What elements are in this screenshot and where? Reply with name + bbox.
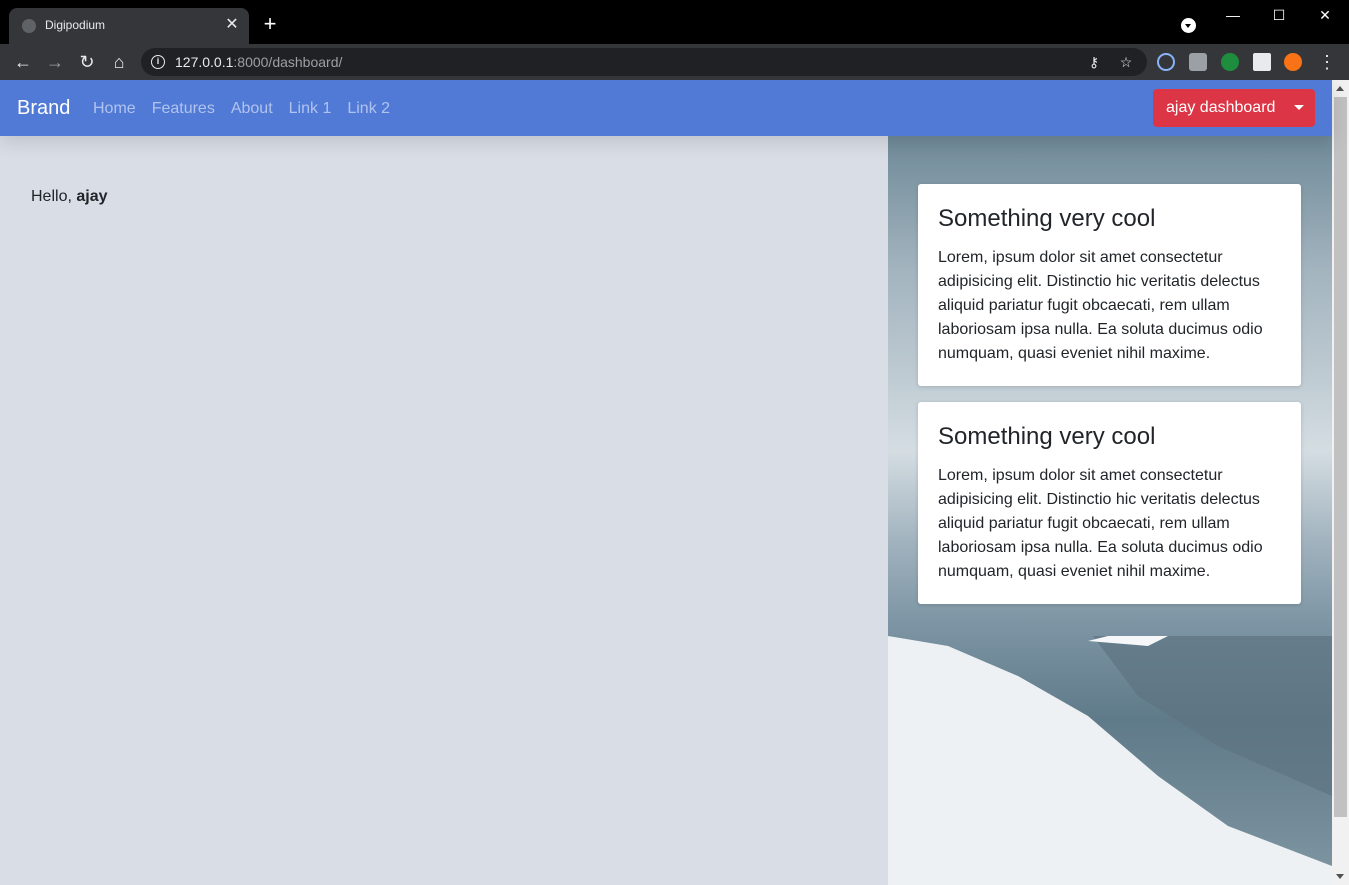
site-navbar: Brand Home Features About Link 1 Link 2 … bbox=[0, 80, 1332, 136]
extensions-puzzle-icon[interactable] bbox=[1253, 53, 1271, 71]
site-info-icon[interactable]: i bbox=[151, 55, 165, 69]
card-text: Lorem, ipsum dolor sit amet consectetur … bbox=[938, 467, 1263, 580]
scroll-up-icon[interactable] bbox=[1332, 80, 1349, 97]
profile-menu-icon[interactable] bbox=[1181, 18, 1196, 33]
greeting-text: Hello, bbox=[31, 188, 72, 205]
url-text: 127.0.0.1:8000/dashboard/ bbox=[175, 54, 342, 70]
extension-orange-icon[interactable] bbox=[1284, 53, 1302, 71]
card-title: Something very cool bbox=[938, 205, 1156, 232]
new-tab-button[interactable]: + bbox=[260, 13, 280, 35]
greeting-username: ajay bbox=[76, 188, 108, 205]
nav-link-link2[interactable]: Link 2 bbox=[347, 100, 390, 118]
chevron-down-icon[interactable] bbox=[1283, 89, 1315, 127]
scroll-down-icon[interactable] bbox=[1332, 868, 1349, 885]
browser-tab-bar: Digipodium ✕ + — ☐ ✕ bbox=[0, 0, 1349, 44]
nav-link-link1[interactable]: Link 1 bbox=[289, 100, 332, 118]
back-icon[interactable]: ← bbox=[11, 50, 35, 74]
main-content: Hello, ajay bbox=[0, 136, 888, 885]
extension-camera-icon[interactable] bbox=[1189, 53, 1207, 71]
globe-icon bbox=[22, 19, 36, 33]
navbar-brand[interactable]: Brand bbox=[17, 97, 70, 120]
tab-title: Digipodium bbox=[45, 18, 106, 32]
card-text: Lorem, ipsum dolor sit amet consectetur … bbox=[938, 249, 1263, 362]
close-tab-icon[interactable]: ✕ bbox=[223, 16, 241, 34]
address-bar[interactable]: i 127.0.0.1:8000/dashboard/ ⚷ ☆ bbox=[141, 48, 1147, 76]
url-host: 127.0.0.1 bbox=[175, 54, 234, 70]
browser-menu-icon[interactable]: ⋮ bbox=[1315, 50, 1339, 74]
browser-toolbar: ← → ↻ ⌂ i 127.0.0.1:8000/dashboard/ ⚷ ☆ … bbox=[0, 44, 1349, 80]
feature-card: Something very cool Lorem, ipsum dolor s… bbox=[918, 402, 1301, 604]
url-path: :8000/dashboard/ bbox=[233, 54, 343, 70]
nav-links: Home Features About Link 1 Link 2 bbox=[93, 100, 390, 118]
user-dashboard-button[interactable]: ajay dashboard bbox=[1153, 89, 1315, 127]
page-viewport: Brand Home Features About Link 1 Link 2 … bbox=[0, 80, 1349, 885]
page-scrollbar[interactable] bbox=[1332, 80, 1349, 885]
browser-tab[interactable]: Digipodium ✕ bbox=[9, 8, 249, 44]
window-close-icon[interactable]: ✕ bbox=[1302, 0, 1348, 30]
minimize-icon[interactable]: — bbox=[1210, 0, 1256, 30]
user-dashboard-label: ajay dashboard bbox=[1166, 99, 1276, 116]
reload-icon[interactable]: ↻ bbox=[75, 50, 99, 74]
nav-link-home[interactable]: Home bbox=[93, 100, 136, 118]
card-title: Something very cool bbox=[938, 423, 1156, 450]
nav-link-features[interactable]: Features bbox=[152, 100, 215, 118]
key-icon[interactable]: ⚷ bbox=[1085, 53, 1103, 71]
bookmark-star-icon[interactable]: ☆ bbox=[1117, 53, 1135, 71]
maximize-icon[interactable]: ☐ bbox=[1256, 0, 1302, 30]
mountain-background-panel: Something very cool Lorem, ipsum dolor s… bbox=[888, 136, 1332, 885]
forward-icon[interactable]: → bbox=[43, 50, 67, 74]
mountain-landscape-image bbox=[888, 636, 1332, 885]
home-icon[interactable]: ⌂ bbox=[107, 50, 131, 74]
greeting: Hello, ajay bbox=[31, 188, 108, 206]
scroll-thumb[interactable] bbox=[1334, 97, 1347, 817]
extension-meet-icon[interactable] bbox=[1221, 53, 1239, 71]
extension-block-icon[interactable] bbox=[1157, 53, 1175, 71]
feature-card: Something very cool Lorem, ipsum dolor s… bbox=[918, 184, 1301, 386]
nav-link-about[interactable]: About bbox=[231, 100, 273, 118]
